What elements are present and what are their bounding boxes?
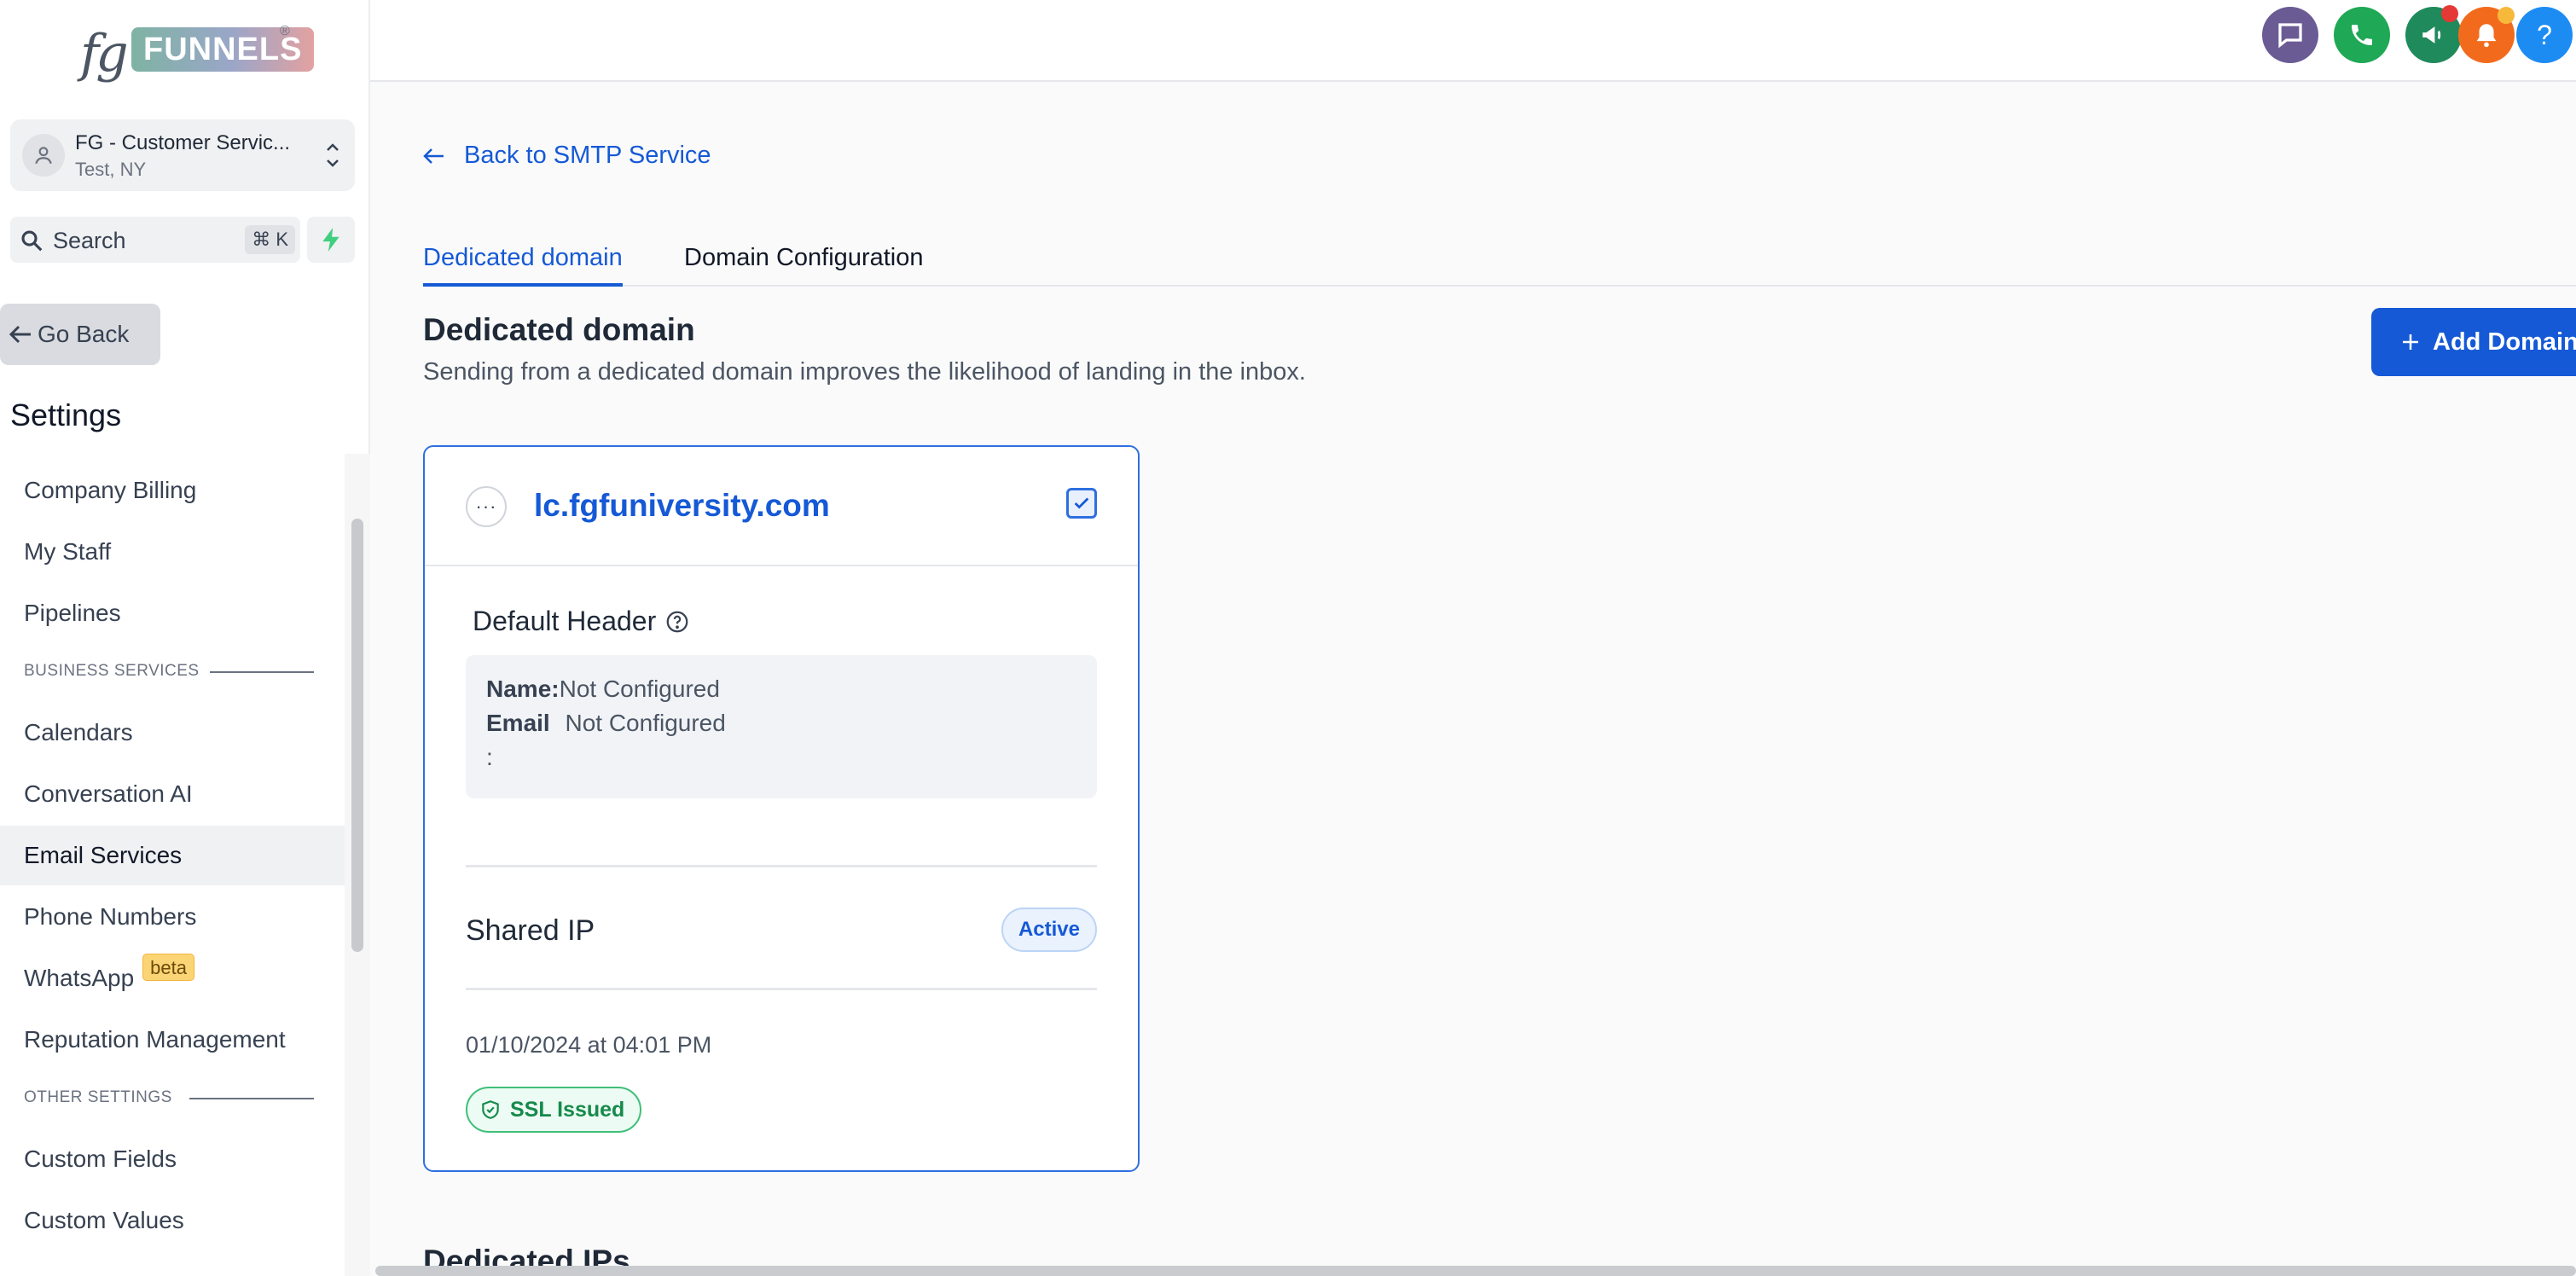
help-icon: ? xyxy=(2537,19,2552,50)
search-icon xyxy=(21,230,43,252)
account-avatar xyxy=(22,134,65,177)
default-header-title: Default Header xyxy=(473,606,690,637)
chevron-updown-icon xyxy=(327,143,339,167)
registered-mark: ® xyxy=(280,24,290,38)
sidebar-item-my-staff[interactable]: My Staff xyxy=(0,522,345,582)
status-badge: Active xyxy=(1001,908,1097,952)
sidebar-item-label: WhatsApp xyxy=(24,965,135,991)
section-divider xyxy=(189,1098,314,1099)
ip-type: Shared IP xyxy=(466,914,595,947)
sidebar-scrollbar[interactable] xyxy=(351,519,363,952)
section-title: Dedicated domain xyxy=(423,312,695,347)
email-value: Not Configured xyxy=(565,710,726,736)
domain-card[interactable]: ··· lc.fgfuniversity.com Default Header … xyxy=(423,445,1140,1172)
section-label: OTHER SETTINGS xyxy=(24,1088,172,1106)
arrow-left-icon xyxy=(9,325,31,344)
sidebar-item-conversation-ai[interactable]: Conversation AI xyxy=(0,764,345,824)
sidebar: fg FUNNELS ® FG - Customer Servic... Tes… xyxy=(0,0,370,1276)
add-domain-label: Add Domain xyxy=(2433,328,2576,356)
card-divider xyxy=(466,988,1097,990)
check-icon xyxy=(1074,497,1089,509)
name-label: Name: xyxy=(486,676,560,702)
announcements-button[interactable] xyxy=(2405,5,2462,63)
name-value: Not Configured xyxy=(559,676,720,702)
default-header-details: Name:Not Configured Email Not Configured… xyxy=(466,655,1097,798)
sidebar-item-phone-numbers[interactable]: Phone Numbers xyxy=(0,887,345,947)
tab-dedicated-domain[interactable]: Dedicated domain xyxy=(423,235,623,287)
account-name: FG - Customer Servic... xyxy=(75,131,291,154)
search-box[interactable]: Search ⌘ K xyxy=(10,217,300,263)
brand-logo[interactable]: fg FUNNELS ® xyxy=(77,22,315,92)
sidebar-item-reputation-management[interactable]: Reputation Management xyxy=(0,1010,345,1070)
card-header: ··· lc.fgfuniversity.com xyxy=(425,447,1138,566)
help-button[interactable]: ? xyxy=(2516,7,2573,63)
phone-button[interactable] xyxy=(2334,7,2390,63)
section-other-settings: OTHER SETTINGS xyxy=(24,1088,314,1107)
notifications-button[interactable] xyxy=(2458,7,2515,63)
tab-domain-configuration[interactable]: Domain Configuration xyxy=(684,235,923,287)
plus-icon xyxy=(2403,334,2418,350)
sidebar-item-calendars[interactable]: Calendars xyxy=(0,703,345,763)
notification-dot xyxy=(2498,7,2515,24)
add-domain-button[interactable]: Add Domain xyxy=(2371,308,2576,376)
default-domain-checkbox[interactable] xyxy=(1066,488,1097,519)
card-divider xyxy=(466,865,1097,867)
header-name-row: Name:Not Configured xyxy=(486,676,720,703)
ssl-badge: SSL Issued xyxy=(466,1087,642,1133)
back-link-label: Back to SMTP Service xyxy=(464,142,711,169)
notification-dot xyxy=(2441,5,2458,22)
sidebar-item-custom-values[interactable]: Custom Values xyxy=(0,1191,345,1250)
top-header: ? xyxy=(370,0,2576,82)
chat-button[interactable] xyxy=(2262,7,2318,63)
shield-check-icon xyxy=(482,1100,499,1119)
user-icon xyxy=(35,147,52,165)
more-icon: ··· xyxy=(475,496,497,517)
sidebar-item-pipelines[interactable]: Pipelines xyxy=(0,583,345,643)
ssl-label: SSL Issued xyxy=(510,1097,625,1122)
horizontal-scrollbar[interactable] xyxy=(375,1266,2576,1276)
back-to-smtp-link[interactable]: Back to SMTP Service xyxy=(423,142,711,170)
more-options-button[interactable]: ··· xyxy=(466,486,507,527)
phone-icon xyxy=(2352,24,2372,45)
domain-name[interactable]: lc.fgfuniversity.com xyxy=(534,488,830,524)
bell-icon xyxy=(2476,24,2497,48)
go-back-button[interactable]: Go Back xyxy=(0,304,160,365)
section-divider xyxy=(210,671,314,673)
search-shortcut: ⌘ K xyxy=(245,225,295,254)
sidebar-item-company-billing[interactable]: Company Billing xyxy=(0,461,345,520)
section-label: BUSINESS SERVICES xyxy=(24,662,200,680)
settings-title: Settings xyxy=(10,397,122,432)
sidebar-item-email-services[interactable]: Email Services xyxy=(0,826,345,885)
tab-bar: Dedicated domain Domain Configuration xyxy=(423,235,2576,287)
beta-badge: beta xyxy=(142,954,194,981)
default-header-label: Default Header xyxy=(473,606,657,636)
account-switcher[interactable]: FG - Customer Servic... Test, NY xyxy=(10,119,355,191)
app-root: fg FUNNELS ® FG - Customer Servic... Tes… xyxy=(0,0,2576,1276)
email-colon: : xyxy=(486,744,493,770)
megaphone-icon xyxy=(2422,26,2441,44)
section-business-services: BUSINESS SERVICES xyxy=(24,662,314,681)
settings-menu: Company Billing My Staff Pipelines BUSIN… xyxy=(0,454,345,1276)
go-back-label: Go Back xyxy=(38,321,130,347)
logo-prefix: fg xyxy=(80,24,129,84)
email-label: Email xyxy=(486,710,550,736)
sidebar-item-custom-fields[interactable]: Custom Fields xyxy=(0,1129,345,1189)
section-subtitle: Sending from a dedicated domain improves… xyxy=(423,358,1306,386)
arrow-left-icon xyxy=(423,148,444,164)
sidebar-item-whatsapp[interactable]: WhatsApp beta xyxy=(0,948,345,1008)
quick-action-button[interactable] xyxy=(307,217,355,263)
help-circle-icon[interactable] xyxy=(664,609,690,635)
chat-icon xyxy=(2278,23,2302,49)
created-date: 01/10/2024 at 04:01 PM xyxy=(466,1032,712,1058)
main-content: Back to SMTP Service Dedicated domain Do… xyxy=(370,82,2576,1276)
account-location: Test, NY xyxy=(75,159,147,180)
bolt-icon xyxy=(322,228,339,252)
search-label: Search xyxy=(53,228,126,253)
header-email-row: Email Not Configured xyxy=(486,710,726,737)
